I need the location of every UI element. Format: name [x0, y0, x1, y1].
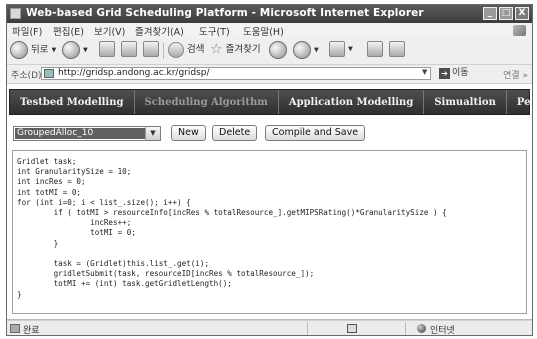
tab-testbed-modelling[interactable]: Testbed Modelling — [10, 90, 135, 114]
favorites-button[interactable]: ☆ 즐겨찾기 — [210, 41, 261, 58]
tab-simulation[interactable]: Simualtion — [424, 90, 507, 114]
back-button[interactable]: 뒤로 ▾ — [10, 41, 56, 59]
compile-and-save-button[interactable]: Compile and Save — [265, 125, 366, 141]
favorites-label: 즐겨찾기 — [225, 44, 261, 55]
url-input[interactable]: http://gridsp.andong.ac.kr/gridsp/ — [41, 67, 431, 80]
edit-page-button[interactable] — [367, 41, 383, 57]
menu-help[interactable]: 도움말(H) — [243, 24, 284, 38]
menu-tools[interactable]: 도구(T) — [199, 24, 230, 38]
window-title: Web-based Grid Scheduling Platform - Mic… — [26, 7, 424, 19]
windows-logo-icon — [513, 25, 526, 36]
mail-button[interactable]: ▾ — [293, 41, 319, 59]
browser-window: Web-based Grid Scheduling Platform - Mic… — [6, 4, 533, 336]
mail-icon — [293, 41, 311, 59]
search-label: 검색 — [187, 44, 205, 55]
security-zone-icon — [347, 324, 357, 333]
close-button[interactable]: X — [515, 7, 529, 20]
print-button[interactable]: ▾ — [329, 41, 353, 57]
forward-arrow-icon — [62, 41, 80, 59]
back-arrow-icon — [10, 41, 28, 59]
address-bar: 주소(D) http://gridsp.andong.ac.kr/gridsp/… — [7, 65, 532, 84]
toolbar: 뒤로 ▾ ▾ 검색 ☆ 즐겨찾기 ▾ ▾ — [7, 38, 532, 65]
new-button[interactable]: New — [171, 125, 206, 141]
search-icon — [168, 41, 184, 58]
tab-application-modelling[interactable]: Application Modelling — [279, 90, 425, 114]
menu-edit[interactable]: 편집(E) — [53, 24, 84, 38]
go-arrow-icon: ➔ — [439, 68, 450, 79]
code-editor[interactable]: Gridlet task; int GranularitySize = 10; … — [12, 150, 527, 314]
page-content: Testbed Modelling Scheduling Algorithm A… — [7, 84, 532, 320]
ie-logo-icon — [10, 8, 21, 19]
star-icon: ☆ — [210, 41, 223, 58]
back-label: 뒤로 — [31, 44, 49, 56]
status-divider — [405, 322, 406, 335]
status-divider — [307, 322, 308, 335]
discuss-icon — [389, 41, 405, 57]
refresh-icon — [121, 41, 137, 57]
globe-icon — [417, 324, 426, 333]
refresh-button[interactable] — [121, 41, 137, 57]
menu-file[interactable]: 파일(F) — [12, 24, 42, 38]
links-button[interactable]: 연결 » — [503, 68, 528, 81]
tab-scheduling-algorithm[interactable]: Scheduling Algorithm — [135, 90, 279, 114]
menu-view[interactable]: 보기(V) — [94, 24, 125, 38]
algorithm-select[interactable]: GroupedAlloc_10 ▼ — [13, 126, 161, 141]
chevron-down-icon[interactable]: ▼ — [145, 127, 160, 140]
stop-button[interactable] — [99, 41, 115, 57]
status-text: 완료 — [23, 326, 40, 336]
forward-button[interactable]: ▾ — [62, 41, 88, 59]
maximize-button[interactable]: □ — [499, 7, 513, 20]
home-button[interactable] — [143, 41, 159, 57]
go-label: 이동 — [452, 68, 469, 78]
main-nav: Testbed Modelling Scheduling Algorithm A… — [9, 89, 532, 115]
status-bar: 완료 인터넷 — [7, 320, 532, 336]
links-label: 연결 — [503, 71, 520, 81]
page-icon — [44, 69, 54, 78]
address-label: 주소(D) — [11, 71, 42, 81]
menu-favorites[interactable]: 즐겨찾기(A) — [135, 24, 184, 38]
home-icon — [143, 41, 159, 57]
window-controls: _ □ X — [483, 7, 529, 20]
delete-button[interactable]: Delete — [212, 125, 258, 141]
print-icon — [329, 41, 345, 57]
page-done-icon — [10, 324, 20, 333]
minimize-button[interactable]: _ — [483, 7, 497, 20]
go-button[interactable]: ➔ 이동 — [439, 67, 469, 80]
discuss-button[interactable] — [389, 41, 405, 57]
edit-icon — [367, 41, 383, 57]
search-button[interactable]: 검색 — [168, 41, 205, 58]
menu-bar: 파일(F) 편집(E) 보기(V) 즐겨찾기(A) 도구(T) 도움말(H) — [7, 23, 532, 39]
address-dropdown-icon[interactable]: ▼ — [422, 68, 427, 76]
toolbar-divider — [163, 43, 164, 59]
title-bar: Web-based Grid Scheduling Platform - Mic… — [7, 5, 532, 23]
algorithm-select-value: GroupedAlloc_10 — [15, 128, 145, 139]
stop-icon — [99, 41, 115, 57]
zone-text: 인터넷 — [430, 326, 455, 336]
history-button[interactable] — [269, 41, 287, 59]
tab-performance[interactable]: Performance — [507, 90, 532, 114]
history-icon — [269, 41, 287, 59]
url-text: http://gridsp.andong.ac.kr/gridsp/ — [58, 68, 210, 78]
